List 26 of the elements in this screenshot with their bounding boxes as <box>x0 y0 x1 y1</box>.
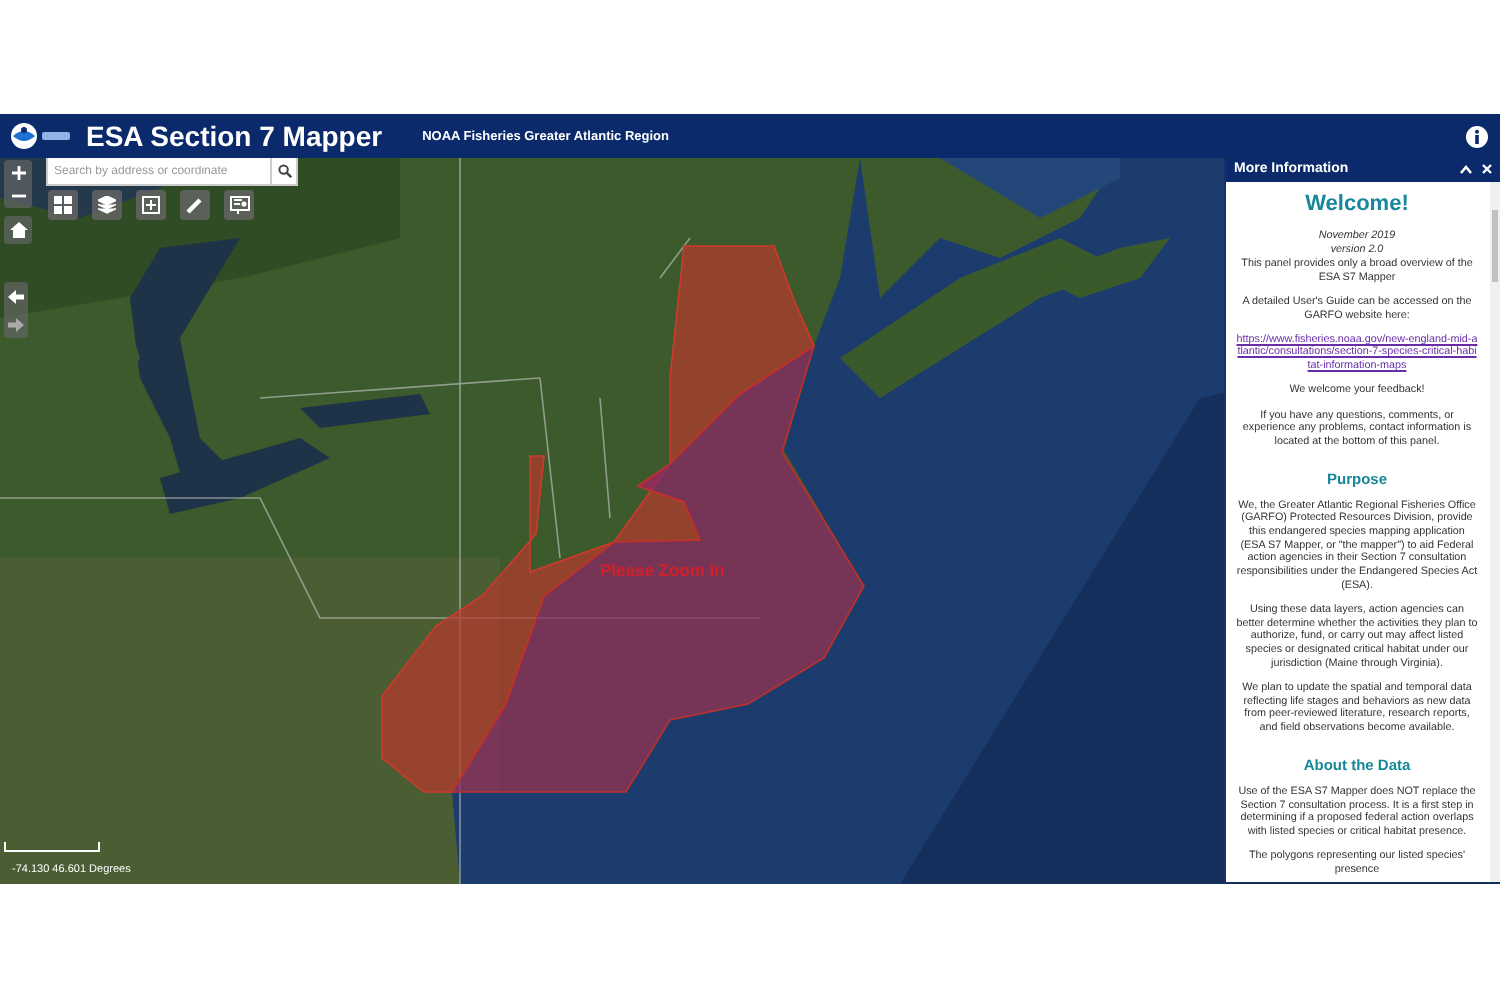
minus-icon <box>11 194 25 198</box>
grid-icon <box>54 196 72 214</box>
close-icon[interactable] <box>1482 164 1492 174</box>
basemap-button[interactable] <box>48 190 78 220</box>
pencil-icon <box>186 196 204 214</box>
chevron-up-icon[interactable] <box>1460 164 1472 174</box>
info-icon[interactable] <box>1466 125 1488 147</box>
left-arrow-icon <box>8 289 24 303</box>
agency-logo-icon <box>10 122 74 150</box>
app-title: ESA Section 7 Mapper <box>86 120 383 152</box>
legend-button[interactable] <box>224 190 254 220</box>
right-arrow-icon <box>8 317 24 331</box>
measure-button[interactable] <box>180 190 210 220</box>
home-button[interactable] <box>4 216 32 244</box>
frame-plus-icon <box>142 196 160 214</box>
map-sheet-icon <box>229 196 249 214</box>
plus-icon <box>11 165 25 179</box>
home-icon <box>9 222 27 238</box>
add-data-button[interactable] <box>136 190 166 220</box>
zoom-in-notice: Please Zoom In <box>600 560 725 580</box>
layers-icon <box>98 196 116 214</box>
search-button[interactable] <box>270 158 298 186</box>
layers-button[interactable] <box>92 190 122 220</box>
scale-bar-icon <box>4 842 100 852</box>
welcome-heading: Welcome! <box>1303 192 1411 218</box>
search-icon <box>277 164 291 178</box>
